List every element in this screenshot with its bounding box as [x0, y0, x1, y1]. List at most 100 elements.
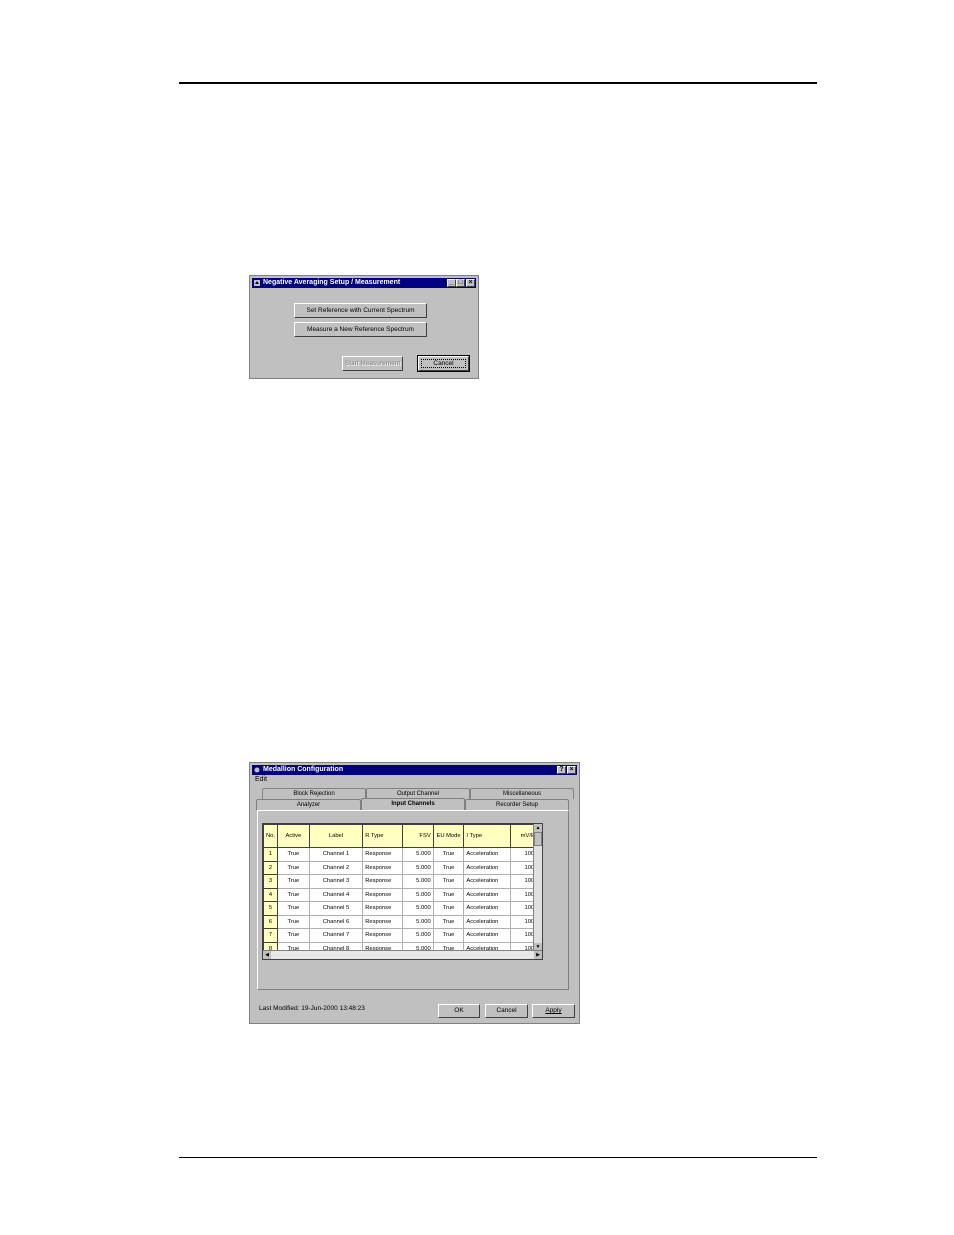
set-reference-button[interactable]: Set Reference with Current Spectrum	[294, 303, 427, 318]
ok-button[interactable]: OK	[438, 1004, 480, 1018]
table-cell[interactable]: Channel 2	[308, 860, 364, 875]
table-row[interactable]: 1 True Channel 1 Response 5.000 True Accelerat…	[263, 847, 542, 862]
table-cell[interactable]: True	[432, 901, 465, 916]
table-cell[interactable]: Acceleration	[463, 914, 512, 929]
close-button[interactable]: ×	[466, 279, 475, 287]
table-cell[interactable]: 5.000	[401, 860, 434, 875]
measure-reference-button[interactable]: Measure a New Reference Spectrum	[294, 322, 427, 337]
table-row[interactable]: 6 True Channel 6 Response 5.000 True Accelerat…	[263, 914, 542, 929]
table-cell[interactable]: Acceleration	[463, 928, 512, 943]
vertical-scrollbar[interactable]: ▲ ▼	[533, 824, 542, 951]
column-header[interactable]: R Type	[362, 824, 403, 848]
channel-table: No. Active Label R Type FSV EU Mode I Type mV/E…	[263, 824, 542, 956]
table-cell[interactable]: True	[277, 847, 310, 862]
table-cell[interactable]: 5.000	[401, 847, 434, 862]
table-cell[interactable]: Channel 4	[308, 887, 364, 902]
bottom-rule	[179, 1157, 817, 1158]
table-cell[interactable]: Response	[362, 887, 403, 902]
table-cell[interactable]: Channel 3	[308, 874, 364, 889]
table-cell[interactable]: Response	[362, 914, 403, 929]
start-measurement-button[interactable]: Start Measurement	[342, 356, 403, 371]
table-cell[interactable]: Channel 1	[308, 847, 364, 862]
table-cell[interactable]: Response	[362, 901, 403, 916]
scroll-thumb[interactable]	[534, 832, 542, 846]
table-cell[interactable]: True	[277, 928, 310, 943]
table-cell[interactable]: Acceleration	[463, 887, 512, 902]
table-row[interactable]: 5 True Channel 5 Response 5.000 True Accelerat…	[263, 901, 542, 916]
tab-input-channels[interactable]: Input Channels	[361, 798, 465, 810]
minimize-button[interactable]: _	[447, 279, 456, 287]
table-cell[interactable]: True	[432, 914, 465, 929]
table-cell[interactable]: Channel 6	[308, 914, 364, 929]
table-cell[interactable]: Acceleration	[463, 847, 512, 862]
table-cell[interactable]: True	[432, 928, 465, 943]
table-cell[interactable]: True	[277, 887, 310, 902]
dialog-title: Negative Averaging Setup / Measurement	[263, 279, 401, 286]
table-cell[interactable]: True	[277, 874, 310, 889]
table-row[interactable]: 3 True Channel 3 Response 5.000 True Accelerat…	[263, 874, 542, 889]
row-number-cell[interactable]: 7	[263, 928, 279, 943]
row-number-cell[interactable]: 5	[263, 901, 279, 916]
column-header[interactable]: EU Mode	[432, 824, 465, 848]
row-number-cell[interactable]: 3	[263, 874, 279, 889]
table-row[interactable]: 7 True Channel 7 Response 5.000 True Accelerat…	[263, 928, 542, 943]
table-cell[interactable]: True	[432, 874, 465, 889]
table-cell[interactable]: Response	[362, 874, 403, 889]
table-cell[interactable]: True	[432, 847, 465, 862]
table-cell[interactable]: 5.000	[401, 928, 434, 943]
scroll-left-arrow[interactable]: ◀	[263, 951, 271, 959]
scroll-up-arrow[interactable]: ▲	[534, 824, 542, 832]
row-number-cell[interactable]: 1	[263, 847, 279, 862]
column-header[interactable]: Label	[308, 824, 364, 848]
input-channels-table[interactable]: No. Active Label R Type FSV EU Mode I Type mV/E…	[262, 823, 543, 960]
dialog-titlebar[interactable]: Medallion Configuration ? ×	[252, 765, 577, 775]
table-row[interactable]: 2 True Channel 2 Response 5.000 True Accelerat…	[263, 860, 542, 875]
row-number-cell[interactable]: 2	[263, 860, 279, 875]
table-cell[interactable]: Acceleration	[463, 874, 512, 889]
cancel-button[interactable]: Cancel	[417, 355, 470, 372]
table-cell[interactable]: True	[432, 887, 465, 902]
row-number-cell[interactable]: 6	[263, 914, 279, 929]
scroll-right-arrow[interactable]: ▶	[534, 951, 542, 959]
table-cell[interactable]: True	[277, 860, 310, 875]
table-cell[interactable]: Acceleration	[463, 860, 512, 875]
horizontal-scrollbar[interactable]: ◀ ▶	[263, 950, 542, 959]
table-cell[interactable]: 5.000	[401, 901, 434, 916]
menu-edit[interactable]: Edit	[255, 776, 267, 783]
cancel-button[interactable]: Cancel	[485, 1004, 528, 1018]
table-cell[interactable]: True	[432, 860, 465, 875]
table-row[interactable]: 4 True Channel 4 Response 5.000 True Accelerat…	[263, 887, 542, 902]
dialog-title: Medallion Configuration	[263, 766, 344, 773]
column-header[interactable]: No.	[263, 824, 279, 848]
table-cell[interactable]: 5.000	[401, 874, 434, 889]
column-header[interactable]: FSV	[401, 824, 434, 848]
table-cell[interactable]: 5.000	[401, 914, 434, 929]
dialog-titlebar[interactable]: Negative Averaging Setup / Measurement _…	[252, 278, 476, 288]
table-cell[interactable]: Channel 5	[308, 901, 364, 916]
column-header[interactable]: I Type	[463, 824, 512, 848]
focus-rect	[421, 359, 466, 368]
tab-miscellaneous[interactable]: Miscellaneous	[470, 788, 574, 799]
app-icon	[254, 767, 260, 773]
negative-averaging-dialog: Negative Averaging Setup / Measurement _…	[249, 275, 479, 379]
table-cell[interactable]: Response	[362, 860, 403, 875]
table-cell[interactable]: True	[277, 901, 310, 916]
table-cell[interactable]: Channel 7	[308, 928, 364, 943]
help-button[interactable]: ?	[557, 766, 566, 774]
table-cell[interactable]: True	[277, 914, 310, 929]
table-cell[interactable]: Acceleration	[463, 901, 512, 916]
apply-button[interactable]: Apply	[532, 1004, 575, 1018]
tab-analyzer[interactable]: Analyzer	[256, 799, 361, 810]
top-rule	[179, 82, 817, 84]
maximize-button[interactable]: □	[456, 279, 465, 287]
table-cell[interactable]: Response	[362, 928, 403, 943]
tab-recorder-setup[interactable]: Recorder Setup	[465, 799, 569, 810]
table-cell[interactable]: Response	[362, 847, 403, 862]
close-button[interactable]: ×	[567, 766, 576, 774]
tab-block-rejection[interactable]: Block Rejection	[262, 788, 366, 799]
table-cell[interactable]: 5.000	[401, 887, 434, 902]
row-number-cell[interactable]: 4	[263, 887, 279, 902]
last-modified-text: Last Modified: 19-Jun-2000 13:48:23	[259, 1005, 365, 1012]
app-icon	[254, 280, 260, 286]
column-header[interactable]: Active	[277, 824, 310, 848]
